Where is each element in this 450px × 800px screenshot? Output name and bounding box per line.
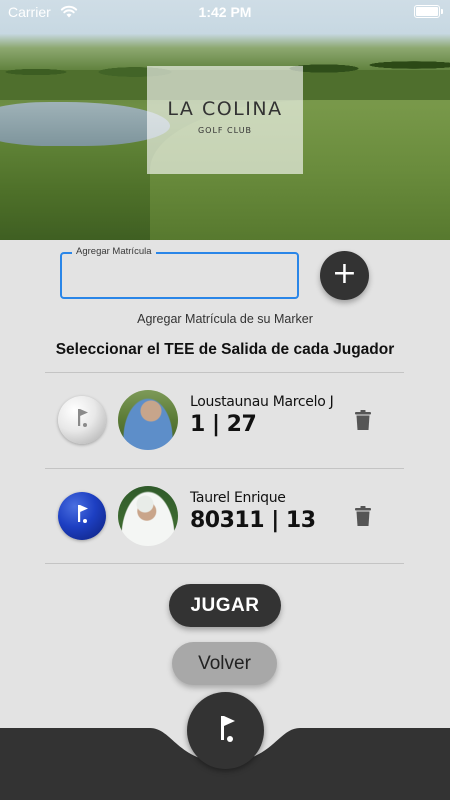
marker-hint: Agregar Matrícula de su Marker [137, 312, 313, 326]
player-numbers: 80311 | 13 [190, 508, 316, 533]
add-marker-button[interactable]: + [320, 251, 369, 300]
club-name: LA COLINA [167, 98, 283, 120]
tee-selector-white[interactable] [58, 396, 106, 444]
plus-icon: + [331, 256, 358, 291]
matricula-input[interactable] [62, 254, 297, 297]
avatar [118, 390, 178, 450]
status-time: 1:42 PM [198, 4, 252, 20]
player-numbers: 1 | 27 [190, 412, 257, 437]
player-name: Loustaunau Marcelo J [190, 394, 334, 410]
player-row: Loustaunau Marcelo J 1 | 27 [45, 372, 404, 467]
trash-icon[interactable] [355, 506, 371, 526]
banner-lake [0, 102, 170, 146]
back-button[interactable]: Volver [172, 642, 277, 685]
golf-flag-icon [78, 505, 88, 523]
matricula-field[interactable]: Agregar Matrícula [60, 246, 299, 299]
trash-icon[interactable] [355, 410, 371, 430]
golf-flag-icon [221, 716, 235, 742]
avatar [118, 486, 178, 546]
battery-icon [414, 5, 443, 18]
player-row: Taurel Enrique 80311 | 13 [45, 468, 404, 563]
play-button[interactable]: JUGAR [169, 584, 281, 627]
club-logo: LA COLINA GOLF CLUB [147, 66, 303, 174]
player-name: Taurel Enrique [190, 490, 286, 506]
divider [45, 563, 404, 564]
golf-flag-icon [78, 409, 88, 427]
golf-flag-fab[interactable] [187, 692, 264, 769]
section-title: Seleccionar el TEE de Salida de cada Jug… [55, 341, 395, 358]
matricula-field-label: Agregar Matrícula [72, 246, 156, 257]
header-banner: Carrier 1:42 PM LA COLINA GOLF CLUB [0, 0, 450, 240]
club-subtitle: GOLF CLUB [197, 126, 253, 135]
status-bar: Carrier 1:42 PM [0, 0, 450, 24]
tee-selector-blue[interactable] [58, 492, 106, 540]
